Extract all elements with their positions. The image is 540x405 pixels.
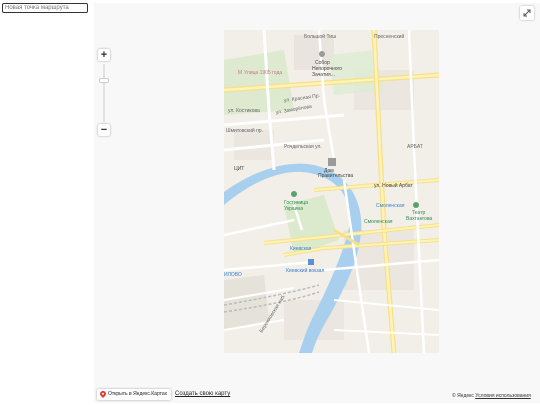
map-pin-icon xyxy=(100,391,106,398)
hotel-label-line2: Украина xyxy=(284,206,303,212)
metro-station-label: Киевская xyxy=(290,246,312,252)
cathedral-label-line3: Зачатия... xyxy=(312,72,335,78)
metro-station-label: Смоленская xyxy=(376,203,405,209)
expand-icon xyxy=(523,9,531,17)
zoom-in-button[interactable]: + xyxy=(98,49,110,61)
copyright-text: © Яндекс xyxy=(452,393,474,399)
station-label: Киевский вокзал xyxy=(286,267,324,274)
map-panel[interactable]: Собор Непорочного Зачатия... Большой Тиш… xyxy=(94,3,540,403)
open-in-yandex-maps-button[interactable]: Открыть в Яндекс.Картах xyxy=(97,389,172,400)
square-label: Смоленская xyxy=(364,219,393,225)
street-label: Большой Тиш xyxy=(304,33,336,40)
street-label: ул. Новый Арбат xyxy=(374,182,413,189)
theatre-icon[interactable] xyxy=(413,202,419,208)
metro-station-label: Улица 1905 года xyxy=(244,70,282,76)
terms-link[interactable]: Условия использования xyxy=(475,393,531,399)
street-label: Шмитовский пр. xyxy=(226,127,263,134)
metro-icon[interactable] xyxy=(308,259,314,265)
zoom-slider-thumb[interactable] xyxy=(99,78,109,83)
create-map-link[interactable]: Создать свою карту xyxy=(175,390,230,399)
open-in-yandex-maps-label: Открыть в Яндекс.Картах xyxy=(108,391,168,397)
park-area xyxy=(224,50,294,115)
street-label: ул. Костикова xyxy=(228,108,260,114)
hotel-icon[interactable] xyxy=(291,191,297,197)
map-svg: Собор Непорочного Зачатия... Большой Тиш… xyxy=(224,30,439,353)
metro-icon: М xyxy=(238,70,242,76)
route-point-input[interactable] xyxy=(2,3,88,13)
district-label: ЦИТ xyxy=(234,166,244,172)
theatre-label-line2: Вахтангова xyxy=(406,216,432,222)
zoom-slider-track[interactable] xyxy=(103,64,105,122)
fullscreen-button[interactable] xyxy=(520,6,534,20)
district-label: АРБАТ xyxy=(407,144,423,150)
government-house-icon[interactable] xyxy=(328,158,336,166)
map-tiles[interactable]: Собор Непорочного Зачатия... Большой Тиш… xyxy=(224,30,439,353)
zoom-out-button[interactable]: − xyxy=(98,124,110,136)
copyright: © Яндекс Условия использования xyxy=(452,393,531,399)
street-label: Рочдельская ул. xyxy=(284,144,322,150)
district-label: ИЛОВО xyxy=(224,272,242,278)
cathedral-icon[interactable] xyxy=(319,51,325,57)
district-label: Пресненский xyxy=(374,33,404,40)
government-house-label-line2: Правительства xyxy=(318,173,353,179)
